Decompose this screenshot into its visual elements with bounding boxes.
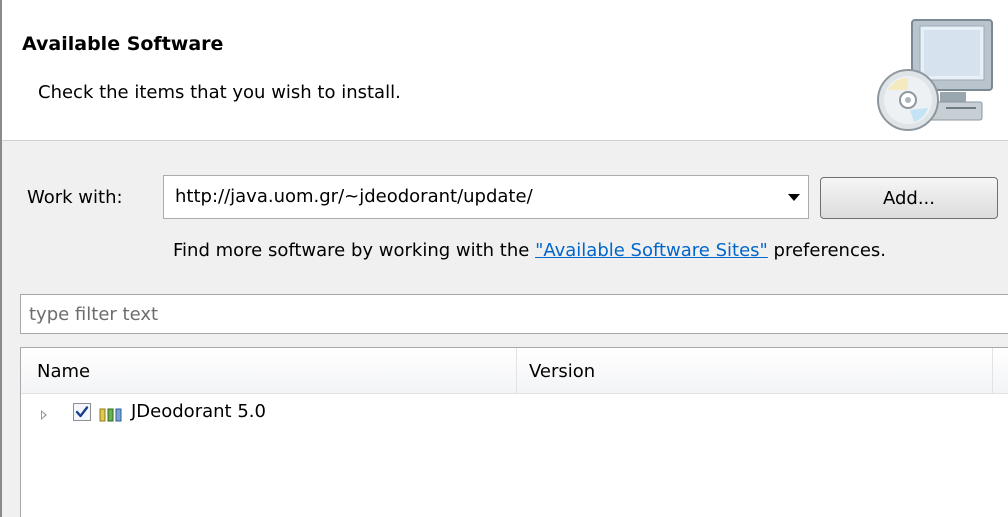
filter-input[interactable] [20,294,1008,334]
page-title: Available Software [22,33,224,55]
checkmark-icon [75,406,89,418]
install-computer-cd-icon [874,18,1002,134]
column-header-name-label: Name [37,361,91,382]
tree-row[interactable]: JDeodorant 5.0 [21,398,1008,432]
feature-group-icon [99,406,123,422]
feature-checkbox[interactable] [73,403,91,421]
dropdown-arrow-icon[interactable] [788,194,800,201]
tree-expand-arrow-icon[interactable] [41,410,47,420]
add-site-button[interactable]: Add... [820,177,998,219]
column-header-version-label: Version [529,361,596,382]
title-banner: Available Software Check the items that … [2,0,1008,141]
work-with-value: http://java.uom.gr/~jdeodorant/update/ [175,186,533,207]
work-with-label: Work with: [27,187,123,208]
find-more-text: Find more software by working with the "… [173,240,886,261]
find-more-prefix: Find more software by working with the [173,240,536,261]
page-subtitle: Check the items that you wish to install… [38,82,401,103]
column-header-name[interactable]: Name [21,348,517,393]
available-software-sites-link[interactable]: "Available Software Sites" [535,240,768,261]
tree-header: Name Version [21,348,1008,394]
work-with-combo[interactable]: http://java.uom.gr/~jdeodorant/update/ [163,175,809,219]
column-header-version[interactable]: Version [517,348,993,393]
tree-row-label: JDeodorant 5.0 [131,401,266,422]
software-tree: Name Version JDeodorant 5.0 [20,347,1008,517]
find-more-suffix: preferences. [767,240,887,261]
